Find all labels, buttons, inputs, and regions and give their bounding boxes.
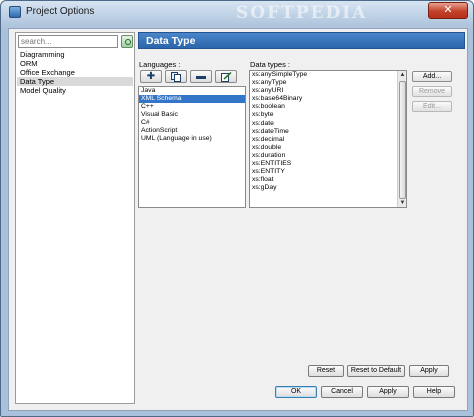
category-item-data-type[interactable]: Data Type bbox=[17, 77, 133, 86]
language-item-cpp[interactable]: C++ bbox=[139, 103, 245, 111]
language-item-java[interactable]: Java bbox=[139, 87, 245, 95]
scroll-down-icon[interactable]: ▼ bbox=[398, 199, 407, 207]
data-type-item[interactable]: xs:boolean bbox=[250, 103, 406, 111]
watermark: SOFTPEDIA bbox=[236, 3, 368, 23]
edit-language-icon bbox=[221, 72, 232, 82]
ok-button[interactable]: OK bbox=[275, 386, 317, 398]
add-language-button[interactable]: ✚ bbox=[140, 70, 162, 83]
project-options-window: Project Options SOFTPEDIA ✕ Diagramming … bbox=[0, 0, 474, 417]
data-type-panel: Data Type Languages : Data types : ✚ ▬ J… bbox=[138, 32, 465, 376]
title-bar[interactable]: Project Options SOFTPEDIA ✕ bbox=[1, 1, 473, 23]
remove-language-button[interactable]: ▬ bbox=[190, 70, 212, 83]
apply-button[interactable]: Apply bbox=[367, 386, 409, 398]
category-item-office-exchange[interactable]: Office Exchange bbox=[17, 68, 133, 77]
scroll-thumb[interactable] bbox=[399, 81, 406, 199]
data-types-label: Data types : bbox=[250, 60, 291, 69]
category-item-model-quality[interactable]: Model Quality bbox=[17, 86, 133, 95]
languages-label: Languages : bbox=[139, 60, 181, 69]
search-input[interactable] bbox=[18, 35, 118, 48]
data-types-list[interactable]: xs:anySimpleType xs:anyType xs:anyURI xs… bbox=[249, 70, 407, 208]
data-type-item[interactable]: xs:date bbox=[250, 120, 406, 128]
reset-button[interactable]: Reset bbox=[308, 365, 344, 377]
add-language-icon: ✚ bbox=[146, 71, 156, 82]
data-type-item[interactable]: xs:base64Binary bbox=[250, 95, 406, 103]
copy-language-button[interactable] bbox=[165, 70, 187, 83]
scroll-up-icon[interactable]: ▲ bbox=[398, 71, 407, 79]
data-types-scrollbar[interactable]: ▲ ▼ bbox=[397, 71, 406, 207]
category-item-orm[interactable]: ORM bbox=[17, 59, 133, 68]
page-header: Data Type bbox=[138, 32, 465, 49]
dialog-body: Diagramming ORM Office Exchange Data Typ… bbox=[8, 28, 468, 411]
language-item-csharp[interactable]: C# bbox=[139, 119, 245, 127]
category-list: Diagramming ORM Office Exchange Data Typ… bbox=[17, 50, 133, 95]
data-type-item[interactable]: xs:gDay bbox=[250, 184, 406, 192]
reset-to-default-button[interactable]: Reset to Default bbox=[347, 365, 405, 377]
remove-data-type-button[interactable]: Remove bbox=[412, 86, 452, 97]
data-type-item[interactable]: xs:byte bbox=[250, 111, 406, 119]
add-data-type-button[interactable]: Add... bbox=[412, 71, 452, 82]
data-type-item[interactable]: xs:duration bbox=[250, 152, 406, 160]
data-type-item[interactable]: xs:ENTITY bbox=[250, 168, 406, 176]
remove-language-icon: ▬ bbox=[196, 71, 206, 82]
app-icon bbox=[9, 6, 21, 18]
edit-data-type-button[interactable]: Edit... bbox=[412, 101, 452, 112]
language-item-visual-basic[interactable]: Visual Basic bbox=[139, 111, 245, 119]
data-type-item[interactable]: xs:dateTime bbox=[250, 128, 406, 136]
help-button[interactable]: Help bbox=[413, 386, 455, 398]
data-type-item[interactable]: xs:double bbox=[250, 144, 406, 152]
language-item-xml-schema[interactable]: XML Schema bbox=[139, 95, 245, 103]
window-title: Project Options bbox=[26, 6, 95, 17]
apply-page-button[interactable]: Apply bbox=[409, 365, 449, 377]
copy-language-icon bbox=[171, 72, 181, 82]
data-type-item[interactable]: xs:anyType bbox=[250, 79, 406, 87]
category-panel: Diagramming ORM Office Exchange Data Typ… bbox=[15, 32, 135, 404]
cancel-button[interactable]: Cancel bbox=[321, 386, 363, 398]
category-item-diagramming[interactable]: Diagramming bbox=[17, 50, 133, 59]
edit-language-button[interactable] bbox=[215, 70, 237, 83]
data-type-item[interactable]: xs:anySimpleType bbox=[250, 71, 406, 79]
data-type-item[interactable]: xs:float bbox=[250, 176, 406, 184]
close-window-button[interactable]: ✕ bbox=[428, 2, 468, 19]
data-type-item[interactable]: xs:anyURI bbox=[250, 87, 406, 95]
data-type-item[interactable]: xs:decimal bbox=[250, 136, 406, 144]
data-type-item[interactable]: xs:ENTITIES bbox=[250, 160, 406, 168]
language-item-uml[interactable]: UML (Language in use) bbox=[139, 135, 245, 143]
language-item-actionscript[interactable]: ActionScript bbox=[139, 127, 245, 135]
page-title: Data Type bbox=[146, 35, 196, 47]
search-icon[interactable] bbox=[121, 35, 133, 48]
languages-list[interactable]: Java XML Schema C++ Visual Basic C# Acti… bbox=[138, 86, 246, 208]
